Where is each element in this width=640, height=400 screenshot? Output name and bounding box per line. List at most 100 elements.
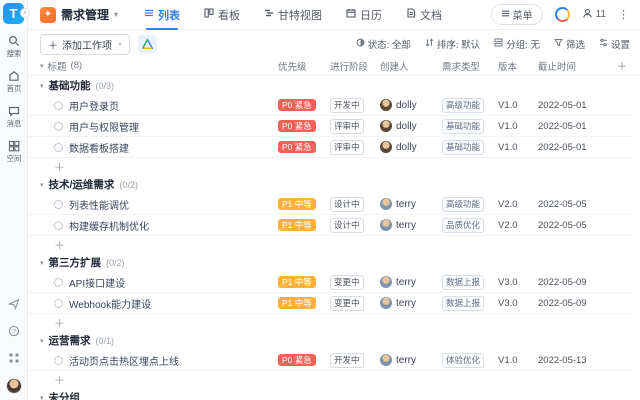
status-chip[interactable]: 评审中 (330, 140, 364, 155)
status-filter[interactable]: 状态: 全部 (356, 37, 411, 51)
ai-assistant-button[interactable] (138, 35, 157, 53)
due-date[interactable]: 2022-05-01 (538, 142, 610, 153)
add-work-item-button[interactable]: ＋ 添加工作项 ▾ (40, 34, 130, 55)
add-task-row[interactable]: ＋ (28, 314, 634, 331)
filter-control[interactable]: 筛选 (554, 37, 585, 51)
table-row[interactable]: API接口建设 P1 中等 变更中 terry 数据上报 V3.0 2022-0… (28, 272, 634, 293)
type-tag[interactable]: 基础功能 (442, 119, 484, 134)
table-row[interactable]: Webhook能力建设 P1 中等 变更中 terry 数据上报 V3.0 20… (28, 293, 634, 314)
priority-badge[interactable]: P1 中等 (278, 198, 316, 210)
type-tag[interactable]: 数据上报 (442, 296, 484, 311)
column-version[interactable]: 版本 (498, 59, 538, 73)
group-collapse-icon[interactable]: ▾ (40, 394, 44, 400)
add-task-row[interactable]: ＋ (28, 371, 634, 388)
rail-item-home[interactable]: 首页 (6, 70, 22, 94)
group-header[interactable]: ▾ 未分组 (28, 388, 634, 400)
more-menu-icon[interactable]: ⋮ (618, 8, 630, 21)
type-tag[interactable]: 数据上报 (442, 275, 484, 290)
rail-item-space[interactable]: 空间 (6, 140, 22, 164)
due-date[interactable]: 2022-05-05 (538, 199, 610, 210)
status-chip[interactable]: 变更中 (330, 296, 364, 311)
task-title[interactable]: API接口建设 (69, 275, 125, 290)
add-task-row[interactable]: ＋ (28, 158, 634, 175)
type-tag[interactable]: 体验优化 (442, 353, 484, 368)
task-checkbox[interactable] (54, 101, 63, 110)
task-title[interactable]: Webhook能力建设 (69, 296, 151, 311)
task-title[interactable]: 构建缓存机制优化 (69, 218, 149, 233)
task-checkbox[interactable] (54, 122, 63, 131)
table-row[interactable]: 数据看板搭建 P0 紧急 评审中 dolly 基础功能 V1.0 2022-05… (28, 137, 634, 158)
group-collapse-icon[interactable]: ▾ (40, 181, 44, 189)
due-date[interactable]: 2022-05-01 (538, 100, 610, 111)
column-priority[interactable]: 优先级 (278, 59, 330, 73)
task-checkbox[interactable] (54, 356, 63, 365)
type-tag[interactable]: 基础功能 (442, 140, 484, 155)
status-chip[interactable]: 设计中 (330, 197, 364, 212)
rail-item-search[interactable]: 搜索 (6, 35, 22, 59)
due-date[interactable]: 2022-05-05 (538, 220, 610, 231)
sort-control[interactable]: 排序: 默认 (425, 37, 480, 51)
priority-badge[interactable]: P0 紧急 (278, 120, 316, 132)
apps-icon[interactable] (8, 351, 20, 369)
table-row[interactable]: 用户与权限管理 P0 紧急 评审中 dolly 基础功能 V1.0 2022-0… (28, 116, 634, 137)
group-header[interactable]: ▾ 第三方扩展 (0/2) (28, 253, 634, 272)
task-checkbox[interactable] (54, 143, 63, 152)
tab-gantt[interactable]: 甘特视图 (264, 0, 322, 30)
task-checkbox[interactable] (54, 221, 63, 230)
priority-badge[interactable]: P1 中等 (278, 276, 316, 288)
type-tag[interactable]: 品质优化 (442, 218, 484, 233)
rail-item-message[interactable]: 消息 (6, 105, 22, 129)
add-task-row[interactable]: ＋ (28, 236, 634, 253)
group-header[interactable]: ▾ 技术/运维需求 (0/2) (28, 175, 634, 194)
task-title[interactable]: 列表性能调优 (69, 197, 129, 212)
automation-icon[interactable] (555, 7, 570, 22)
tab-board[interactable]: 看板 (204, 0, 240, 30)
task-checkbox[interactable] (54, 278, 63, 287)
type-tag[interactable]: 高级功能 (442, 98, 484, 113)
group-control[interactable]: 分组: 无 (494, 37, 540, 51)
due-date[interactable]: 2022-05-09 (538, 277, 610, 288)
tab-list[interactable]: 列表 (144, 0, 180, 30)
task-title[interactable]: 活动页点击热区埋点上线 (69, 353, 179, 368)
settings-control[interactable]: 设置 (599, 37, 630, 51)
group-collapse-icon[interactable]: ▾ (40, 82, 44, 90)
priority-badge[interactable]: P1 中等 (278, 219, 316, 231)
priority-badge[interactable]: P0 紧急 (278, 354, 316, 366)
priority-badge[interactable]: P0 紧急 (278, 99, 316, 111)
status-chip[interactable]: 开发中 (330, 98, 364, 113)
status-chip[interactable]: 评审中 (330, 119, 364, 134)
due-date[interactable]: 2022-05-09 (538, 298, 610, 309)
priority-badge[interactable]: P0 紧急 (278, 141, 316, 153)
help-icon[interactable]: ? (8, 324, 20, 342)
group-header[interactable]: ▾ 运营需求 (0/1) (28, 331, 634, 350)
due-date[interactable]: 2022-05-13 (538, 355, 610, 366)
group-collapse-icon[interactable]: ▾ (40, 337, 44, 345)
column-due[interactable]: 截止时间 (538, 59, 610, 73)
project-switcher[interactable]: ✦ 需求管理 ▾ (40, 6, 118, 23)
column-type[interactable]: 需求类型 (442, 59, 498, 73)
status-chip[interactable]: 变更中 (330, 275, 364, 290)
table-row[interactable]: 用户登录页 P0 紧急 开发中 dolly 高级功能 V1.0 2022-05-… (28, 95, 634, 116)
table-row[interactable]: 列表性能调优 P1 中等 设计中 terry 高级功能 V2.0 2022-05… (28, 194, 634, 215)
collapse-all-icon[interactable]: ▾ (40, 62, 44, 70)
status-chip[interactable]: 设计中 (330, 218, 364, 233)
collapse-chevron-icon[interactable]: › (20, 8, 30, 18)
column-creator[interactable]: 创建人 (380, 59, 442, 73)
task-title[interactable]: 用户与权限管理 (69, 119, 139, 134)
task-checkbox[interactable] (54, 200, 63, 209)
type-tag[interactable]: 高级功能 (442, 197, 484, 212)
tab-calendar[interactable]: 日历 (346, 0, 382, 30)
add-column-button[interactable]: ＋ (610, 58, 634, 74)
group-header[interactable]: ▾ 基础功能 (0/3) (28, 76, 634, 95)
task-title[interactable]: 数据看板搭建 (69, 140, 129, 155)
app-logo[interactable]: T › (3, 3, 24, 24)
members-button[interactable]: 11 (582, 8, 606, 22)
column-stage[interactable]: 进行阶段 (330, 59, 380, 73)
task-title[interactable]: 用户登录页 (69, 98, 119, 113)
user-avatar[interactable] (6, 378, 22, 394)
table-row[interactable]: 活动页点击热区埋点上线 P0 紧急 开发中 terry 体验优化 V1.0 20… (28, 350, 634, 371)
tab-docs[interactable]: 文档 (406, 0, 442, 30)
menu-button[interactable]: 菜单 (491, 4, 543, 25)
priority-badge[interactable]: P1 中等 (278, 297, 316, 309)
send-icon[interactable] (8, 297, 20, 315)
